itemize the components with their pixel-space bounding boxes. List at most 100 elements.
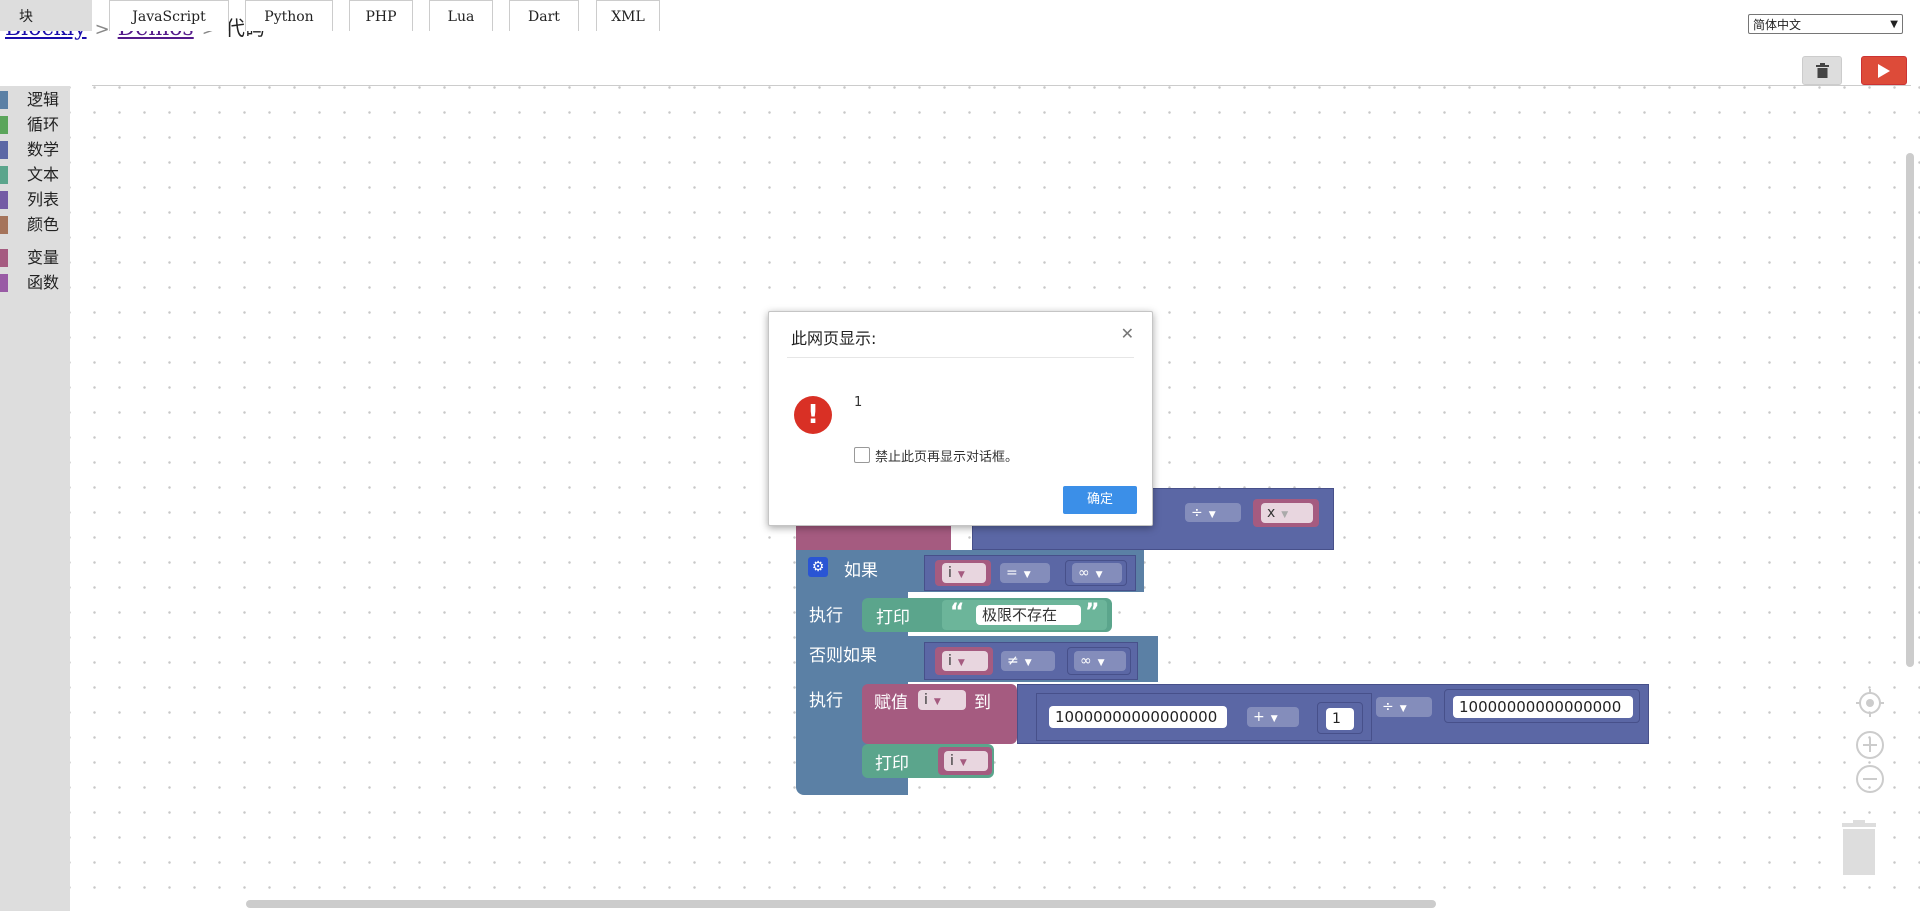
category-color-bar (0, 191, 8, 209)
operator-dropdown[interactable]: + ▼ (1247, 707, 1299, 727)
to-label: 到 (974, 693, 991, 713)
language-select[interactable]: 简体中文 ▼ (1748, 14, 1903, 34)
suppress-dialogs-label[interactable]: 禁止此页再显示对话框。 (875, 446, 1018, 465)
toolbox-category-text[interactable]: 文本 (0, 164, 70, 186)
toolbox-category-functions[interactable]: 函数 (0, 272, 70, 294)
category-label: 循环 (27, 115, 60, 134)
toolbox-category-logic[interactable]: 逻辑 (0, 89, 70, 111)
number-field[interactable]: 1 (1326, 708, 1354, 730)
close-icon[interactable]: ✕ (1121, 324, 1134, 343)
zoom-in-icon[interactable] (1855, 730, 1885, 760)
variable-dropdown[interactable]: x ▼ (1261, 503, 1313, 523)
math-arithmetic-block[interactable]: 10000000000000000 + ▼ 1 ÷ ▼ 10000000000000… (1017, 684, 1649, 744)
chevron-down-icon: ▼ (1270, 714, 1278, 724)
operator-value: + (1253, 709, 1265, 725)
category-label: 逻辑 (27, 90, 60, 109)
variable-dropdown[interactable]: i ▼ (942, 563, 986, 583)
workspace-horizontal-scrollbar[interactable] (246, 900, 1436, 908)
tab-lua[interactable]: Lua (429, 0, 493, 31)
tab-xml[interactable]: XML (596, 0, 660, 31)
variable-name: x (1267, 505, 1276, 521)
number-field[interactable]: 10000000000000000 (1049, 706, 1227, 728)
operator-dropdown[interactable]: ≠ ▼ (1001, 651, 1055, 671)
tab-blocks[interactable]: 块 (0, 0, 92, 31)
toolbox-category-math[interactable]: 数学 (0, 139, 70, 161)
math-number-block[interactable]: 10000000000000000 (1444, 689, 1640, 723)
category-color-bar (0, 116, 8, 134)
math-number-block[interactable]: 1 (1317, 702, 1363, 734)
gear-icon[interactable]: ⚙ (808, 557, 828, 577)
assign-label: 赋值 (874, 693, 908, 713)
language-selected-value: 简体中文 (1753, 18, 1802, 32)
chevron-down-icon: ▼ (1024, 658, 1032, 668)
chevron-down-icon: ▼ (1095, 570, 1103, 580)
logic-compare-block[interactable]: i ▼ = ▼ ∞ ▼ (924, 555, 1136, 591)
ok-button[interactable]: 确定 (1063, 486, 1137, 514)
if-label: 如果 (844, 561, 878, 581)
logic-compare-block[interactable]: i ▼ ≠ ▼ ∞ ▼ (924, 642, 1138, 680)
variable-getter-block[interactable]: i ▼ (935, 560, 991, 586)
variable-name: i (948, 565, 952, 581)
trash-button[interactable] (1802, 56, 1842, 85)
print-label: 打印 (876, 608, 910, 628)
category-label: 变量 (27, 248, 60, 267)
chevron-down-icon: ▼ (1097, 658, 1105, 668)
tab-python[interactable]: Python (245, 0, 333, 31)
math-arithmetic-block-inner[interactable]: 10000000000000000 + ▼ 1 (1036, 693, 1372, 741)
variable-getter-block[interactable]: i ▼ (935, 647, 993, 675)
operator-value: ÷ (1382, 699, 1394, 715)
text-block[interactable]: “ 极限不存在 ” (942, 600, 1107, 630)
tab-dart[interactable]: Dart (509, 0, 579, 31)
toolbox-category-colour[interactable]: 颜色 (0, 214, 70, 236)
workspace-vertical-scrollbar[interactable] (1906, 153, 1914, 667)
variable-dropdown[interactable]: i ▼ (942, 651, 988, 671)
variable-dropdown[interactable]: i ▼ (918, 690, 966, 710)
elseif-label: 否则如果 (809, 646, 877, 666)
variables-set-block[interactable]: 赋值 i ▼ 到 (862, 684, 1017, 744)
math-constant-block[interactable]: ∞ ▼ (1065, 560, 1127, 586)
toolbox-category-loops[interactable]: 循环 (0, 114, 70, 136)
chevron-down-icon: ▼ (959, 758, 967, 768)
chevron-down-icon: ▼ (1281, 510, 1289, 520)
category-color-bar (0, 91, 8, 109)
math-constant-block[interactable]: ∞ ▼ (1067, 647, 1131, 675)
text-value-field[interactable]: 极限不存在 (976, 605, 1081, 625)
constant-dropdown[interactable]: ∞ ▼ (1072, 563, 1122, 583)
chevron-down-icon: ▼ (957, 570, 965, 580)
category-label: 函数 (27, 273, 60, 292)
error-icon: ! (794, 396, 832, 434)
tab-javascript[interactable]: JavaScript (109, 0, 229, 31)
open-quote-icon: “ (950, 600, 965, 625)
constant-dropdown[interactable]: ∞ ▼ (1074, 651, 1126, 671)
chevron-down-icon: ▼ (1208, 510, 1216, 520)
variable-name: i (948, 653, 952, 669)
play-icon (1878, 63, 1890, 78)
workspace-trashcan-icon[interactable] (1838, 820, 1880, 876)
do-label: 执行 (809, 606, 843, 626)
operator-dropdown[interactable]: ÷ ▼ (1185, 503, 1241, 522)
operator-dropdown[interactable]: = ▼ (1000, 563, 1050, 583)
category-label: 颜色 (27, 215, 60, 234)
dialog-message: 1 (854, 395, 863, 410)
operator-dropdown[interactable]: ÷ ▼ (1376, 697, 1432, 717)
variable-getter-block[interactable]: i ▼ (938, 747, 992, 775)
constant-value: ∞ (1078, 565, 1090, 581)
zoom-out-icon[interactable] (1855, 764, 1885, 794)
run-button[interactable] (1861, 56, 1907, 85)
toolbox-category-variables[interactable]: 变量 (0, 247, 70, 269)
suppress-dialogs-checkbox[interactable] (854, 447, 870, 463)
category-label: 列表 (27, 190, 60, 209)
number-field[interactable]: 10000000000000000 (1453, 696, 1633, 718)
dialog-title: 此网页显示: (791, 329, 877, 348)
category-label: 数学 (27, 140, 60, 159)
dialog-divider (787, 357, 1134, 358)
recenter-icon[interactable] (1855, 688, 1885, 718)
tab-php[interactable]: PHP (349, 0, 413, 31)
toolbox-category-lists[interactable]: 列表 (0, 189, 70, 211)
print-block[interactable]: 打印 “ 极限不存在 ” (862, 598, 1112, 632)
variable-getter-block[interactable]: x ▼ (1253, 499, 1319, 527)
print-block[interactable]: 打印 i ▼ (862, 744, 994, 778)
variable-dropdown[interactable]: i ▼ (944, 751, 988, 771)
alert-dialog: 此网页显示: ✕ ! 1 禁止此页再显示对话框。 确定 (768, 311, 1153, 526)
close-quote-icon: ” (1085, 600, 1100, 625)
